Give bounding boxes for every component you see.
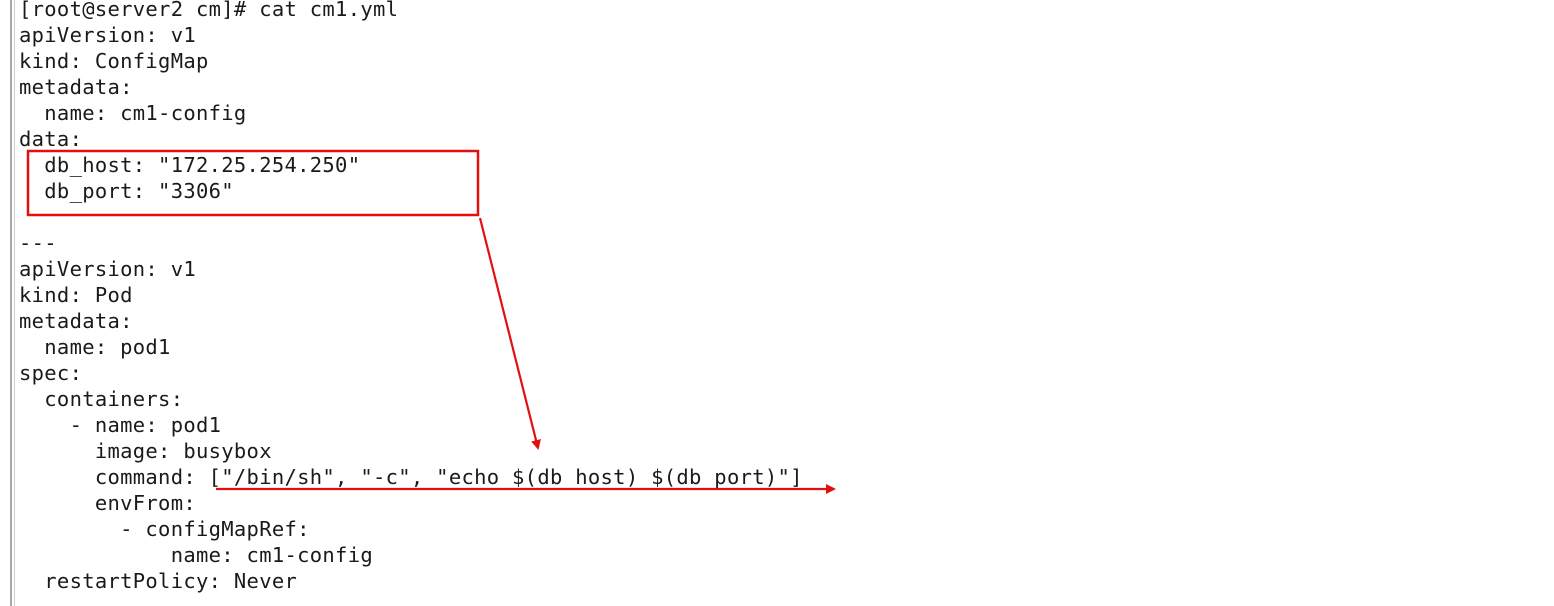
terminal-line: name: pod1 — [19, 335, 171, 359]
terminal-line: name: cm1-config — [19, 101, 247, 125]
terminal-line: kind: Pod — [19, 283, 133, 307]
terminal-left-border-inner — [14, 0, 15, 606]
terminal-line: containers: — [19, 387, 184, 411]
terminal-line: spec: — [19, 361, 83, 385]
terminal-line-command: command: ["/bin/sh", "-c", "echo $(db_ho… — [19, 465, 803, 489]
terminal-line: metadata: — [19, 309, 133, 333]
terminal-line: envFrom: — [19, 491, 196, 515]
terminal-left-border — [10, 0, 12, 606]
terminal-line: - configMapRef: — [19, 517, 310, 541]
terminal-window[interactable]: [root@server2 cm]# cat cm1.yml apiVersio… — [0, 0, 1554, 606]
terminal-line: image: busybox — [19, 439, 272, 463]
terminal-line: kind: ConfigMap — [19, 49, 209, 73]
terminal-line-db-port: db_port: "3306" — [19, 179, 234, 203]
terminal-line: name: cm1-config — [19, 543, 373, 567]
terminal-line-separator: --- — [19, 231, 57, 255]
terminal-line-prompt: [root@server2 cm]# cat cm1.yml — [19, 0, 399, 21]
terminal-line: apiVersion: v1 — [19, 257, 196, 281]
terminal-line: metadata: — [19, 75, 133, 99]
terminal-line: apiVersion: v1 — [19, 23, 196, 47]
terminal-line: data: — [19, 127, 83, 151]
terminal-line: - name: pod1 — [19, 413, 222, 437]
terminal-output: [root@server2 cm]# cat cm1.yml apiVersio… — [19, 0, 803, 594]
terminal-line-db-host: db_host: "172.25.254.250" — [19, 153, 361, 177]
terminal-line: restartPolicy: Never — [19, 569, 298, 593]
